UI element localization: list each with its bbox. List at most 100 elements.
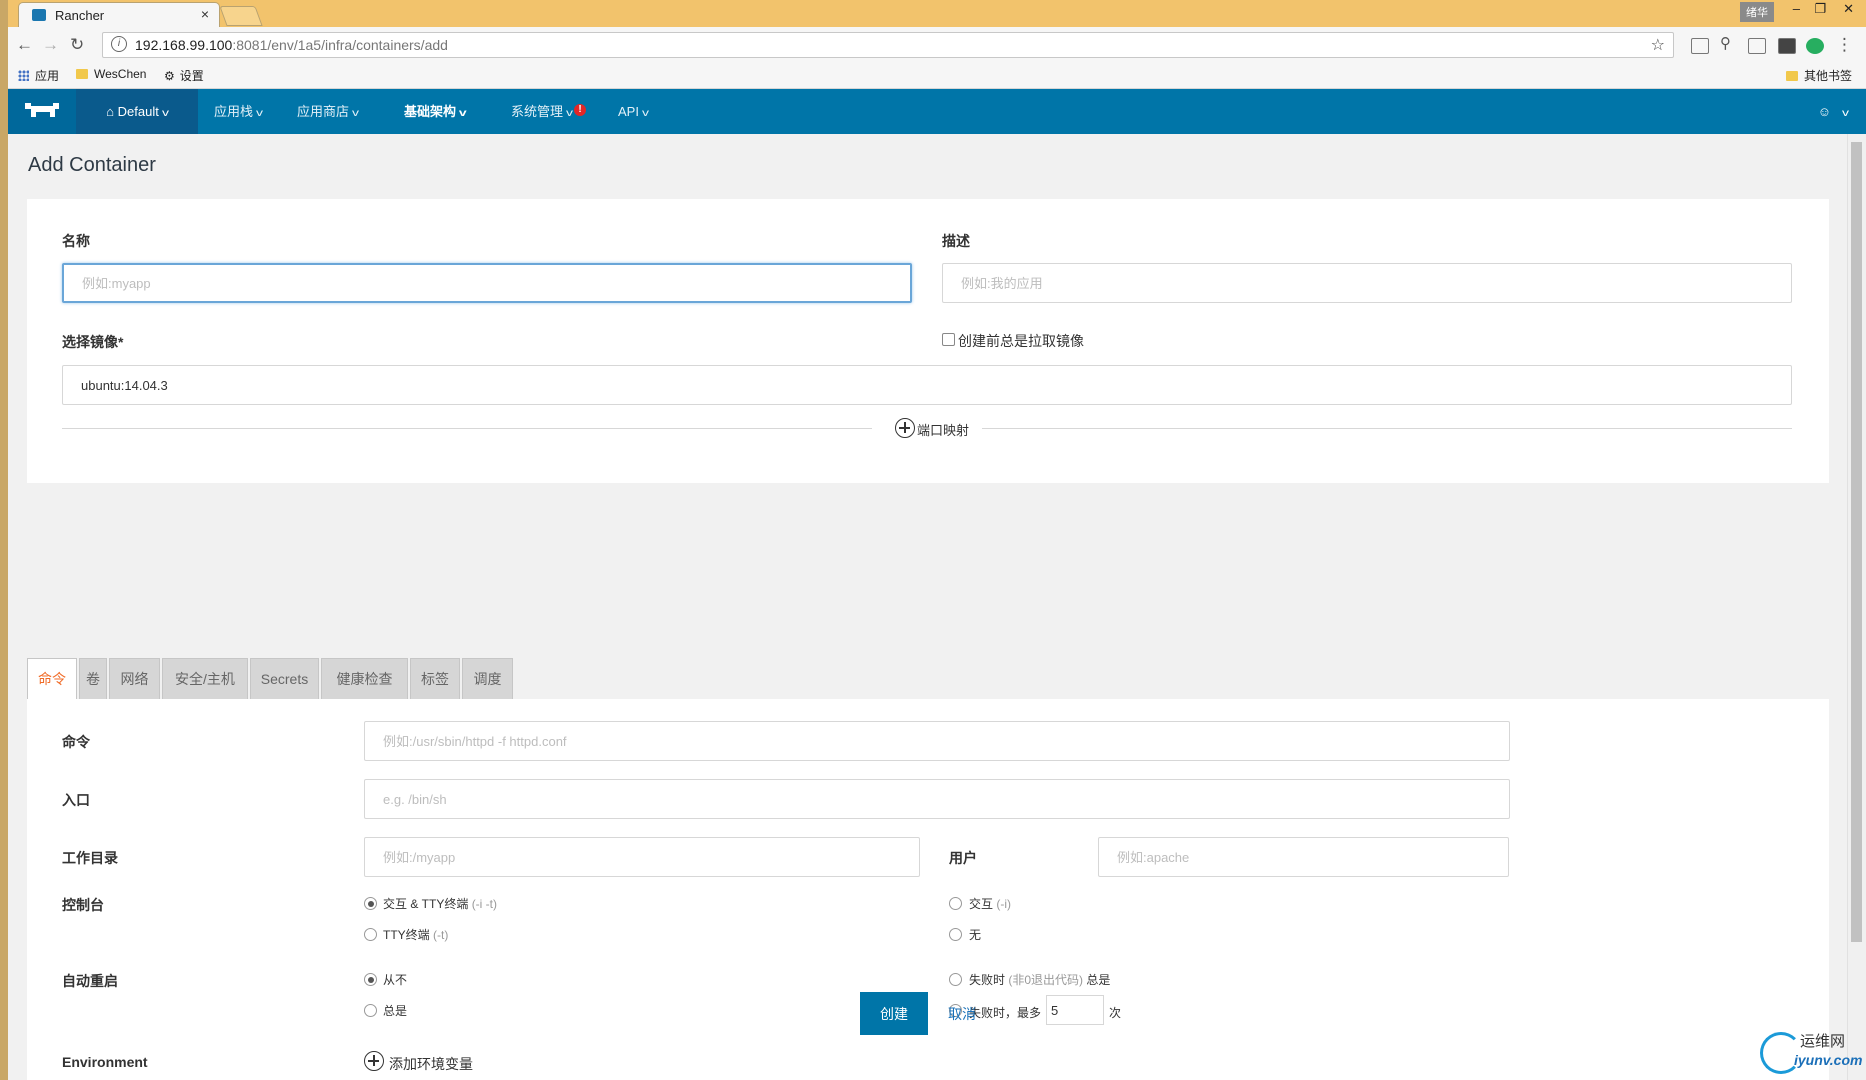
scrollbar-thumb[interactable]: [1851, 142, 1862, 942]
add-circle-icon[interactable]: [364, 1051, 384, 1071]
tab-secrets[interactable]: Secrets: [250, 658, 319, 700]
console-option-interactive-tty: 交互 & TTY终端 (-i -t): [383, 895, 497, 912]
bookmarks-bar: 应用 WesChen ⚙ 设置 其他书签: [8, 63, 1866, 89]
extension-reader-icon[interactable]: [1778, 38, 1796, 54]
tab-security-host[interactable]: 安全/主机: [162, 658, 248, 700]
nav-admin[interactable]: 系统管理 v!: [511, 89, 587, 134]
tab-command[interactable]: 命令: [27, 658, 77, 700]
user-input[interactable]: [1098, 837, 1509, 877]
browser-tab-rancher[interactable]: Rancher ×: [18, 2, 220, 28]
restart-option-on-failure: 失败时 (非0退出代码) 总是: [969, 971, 1110, 988]
restart-radio-never[interactable]: [364, 973, 377, 986]
create-button[interactable]: 创建: [860, 992, 928, 1035]
chevron-down-icon: v: [566, 108, 574, 119]
option-hint: (-t): [433, 928, 449, 942]
chevron-down-icon: v: [1842, 108, 1849, 119]
nav-infrastructure-label: 基础架构: [404, 104, 457, 119]
restart-radio-on-failure[interactable]: [949, 973, 962, 986]
image-input[interactable]: [62, 365, 1792, 405]
window-user-badge[interactable]: 绪华: [1740, 2, 1774, 22]
cancel-link[interactable]: 取消: [948, 1004, 976, 1024]
chevron-down-icon: v: [641, 108, 649, 119]
nav-infrastructure[interactable]: 基础架构 v: [404, 89, 467, 134]
command-input[interactable]: [364, 721, 1510, 761]
new-tab-button[interactable]: [219, 6, 263, 26]
extension-grid-icon[interactable]: [1748, 38, 1766, 54]
url-text: 192.168.99.100:8081/env/1a5/infra/contai…: [135, 37, 448, 53]
always-pull-checkbox[interactable]: [942, 333, 955, 346]
nav-stacks-label: 应用栈: [214, 104, 254, 119]
container-basic-panel: 名称 描述 选择镜像* 创建前总是拉取镜像 端口映射: [27, 199, 1829, 483]
nav-api[interactable]: API v: [618, 89, 649, 134]
tab-volumes[interactable]: 卷: [79, 658, 107, 700]
bookmark-settings[interactable]: ⚙ 设置: [164, 67, 204, 84]
close-icon[interactable]: ×: [201, 6, 209, 22]
extension-search-icon[interactable]: ⚲: [1720, 34, 1731, 52]
port-mapping-link[interactable]: 端口映射: [917, 420, 969, 439]
home-icon: ⌂: [106, 104, 115, 119]
option-text: 失败时: [969, 973, 1006, 987]
tab-labels[interactable]: 标签: [410, 658, 460, 700]
window-close-icon[interactable]: ✕: [1843, 1, 1854, 17]
console-radio-interactive[interactable]: [949, 897, 962, 910]
add-circle-icon[interactable]: [895, 418, 915, 438]
reload-icon[interactable]: ↻: [70, 35, 84, 55]
workdir-input[interactable]: [364, 837, 920, 877]
folder-icon: [1785, 71, 1798, 81]
console-label: 控制台: [62, 897, 104, 913]
option-hint: (非0退出代码): [1008, 973, 1084, 987]
bookmark-apps[interactable]: 应用: [18, 67, 59, 84]
tab-network[interactable]: 网络: [109, 658, 160, 700]
command-label: 命令: [62, 734, 90, 750]
entrypoint-label: 入口: [62, 792, 90, 808]
forward-arrow-icon[interactable]: →: [42, 35, 59, 55]
info-icon[interactable]: i: [111, 36, 127, 52]
restart-radio-always[interactable]: [364, 1004, 377, 1017]
rancher-navbar: ⌂ Default v 应用栈 v 应用商店 v 基础架构 v 系统管理 v! API v …: [8, 89, 1866, 134]
console-option-interactive: 交互 (-i): [969, 895, 1011, 912]
bookmark-weschen[interactable]: WesChen: [76, 67, 146, 81]
nav-admin-label: 系统管理: [511, 104, 564, 119]
address-bar[interactable]: i 192.168.99.100:8081/env/1a5/infra/cont…: [102, 32, 1674, 58]
bookmark-other[interactable]: 其他书签: [1785, 67, 1852, 84]
nav-catalog-label: 应用商店: [297, 104, 350, 119]
minimize-icon[interactable]: –: [1793, 1, 1800, 16]
max-retries-input[interactable]: [1046, 995, 1104, 1025]
bookmark-apps-label: 应用: [35, 69, 60, 83]
watermark-line1: 运维网: [1800, 1033, 1846, 1050]
console-radio-tty[interactable]: [364, 928, 377, 941]
option-hint: (-i): [996, 897, 1012, 911]
bookmark-weschen-label: WesChen: [94, 67, 147, 81]
name-label: 名称: [62, 233, 90, 249]
extension-grammarly-icon[interactable]: [1806, 38, 1824, 54]
option-text: 交互 & TTY终端: [383, 897, 469, 911]
name-input[interactable]: [62, 263, 912, 303]
url-path: :8081/env/1a5/infra/containers/add: [232, 37, 448, 53]
chevron-down-icon: v: [352, 108, 360, 119]
nav-api-label: API: [618, 104, 639, 119]
nav-catalog[interactable]: 应用商店 v: [297, 89, 360, 134]
maximize-icon[interactable]: ❐: [1814, 1, 1826, 17]
entrypoint-input[interactable]: [364, 779, 1510, 819]
nav-stacks[interactable]: 应用栈 v: [214, 89, 263, 134]
console-radio-interactive-tty[interactable]: [364, 897, 377, 910]
console-radio-none[interactable]: [949, 928, 962, 941]
bookmark-star-icon[interactable]: ☆: [1651, 35, 1665, 55]
option-hint: (-i -t): [471, 897, 498, 911]
tab-scheduling[interactable]: 调度: [462, 658, 513, 700]
rancher-logo[interactable]: [8, 89, 76, 134]
environment-switcher[interactable]: ⌂ Default v: [76, 89, 198, 134]
user-menu[interactable]: ☺ v: [1818, 89, 1849, 136]
folder-icon: [76, 69, 88, 79]
always-pull-label: 创建前总是拉取镜像: [958, 333, 1084, 349]
description-input[interactable]: [942, 263, 1792, 303]
tab-health-check[interactable]: 健康检查: [321, 658, 408, 700]
menu-kebab-icon[interactable]: ⋮: [1836, 35, 1853, 55]
extension-cast-icon[interactable]: [1691, 38, 1709, 54]
chevron-down-icon: v: [161, 108, 169, 119]
back-arrow-icon[interactable]: ←: [16, 35, 33, 55]
url-host: 192.168.99.100: [135, 37, 233, 53]
scrollbar[interactable]: [1847, 134, 1866, 1080]
chevron-down-icon: v: [458, 108, 467, 119]
add-env-var-link[interactable]: 添加环境变量: [389, 1054, 473, 1074]
